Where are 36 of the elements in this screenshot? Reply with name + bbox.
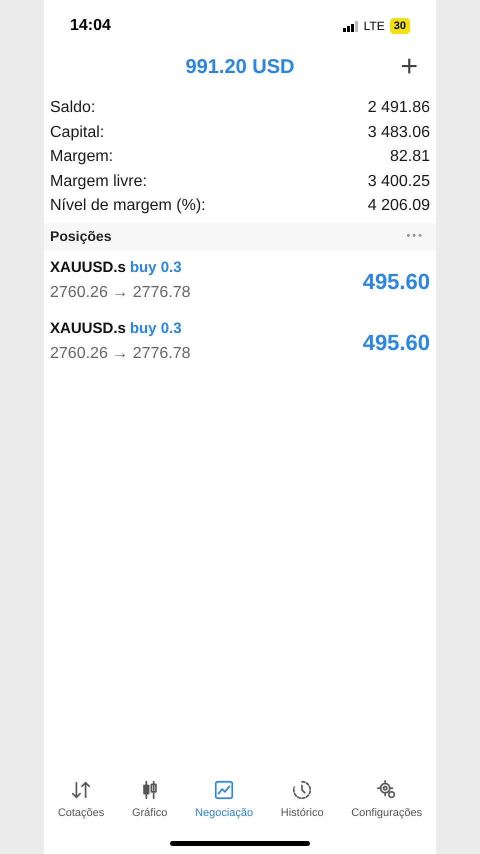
position-row[interactable]: XAUUSD.s buy 0.3 2760.26 → 2776.78 495.60 (44, 250, 436, 312)
add-button[interactable]: + (400, 52, 418, 82)
network-label: LTE (364, 18, 385, 35)
up-down-arrows-icon (70, 779, 92, 801)
position-side: buy 0.3 (130, 318, 182, 339)
summary-label: Nível de margem (%): (50, 196, 206, 216)
position-symbol: XAUUSD.s (50, 258, 126, 278)
position-symbol: XAUUSD.s (50, 318, 126, 339)
summary-value: 2 491.86 (368, 98, 430, 118)
tab-button[interactable]: Configurações (351, 779, 422, 822)
battery-level: 30 (390, 18, 410, 34)
summary-value: 3 483.06 (368, 122, 430, 143)
balance-title: 991.20 USD (186, 55, 294, 80)
summary-value: 3 400.25 (368, 172, 430, 192)
clock-icon (291, 779, 314, 801)
position-prices: 2760.26 → 2776.78 (50, 283, 191, 304)
tab-button[interactable]: Negociação (195, 779, 254, 822)
summary-value: 4 206.09 (368, 196, 430, 216)
tab-button[interactable]: Histórico (280, 779, 324, 822)
summary-label: Capital: (50, 122, 104, 143)
position-profit: 495.60 (362, 268, 430, 296)
tab-button[interactable]: Cotações (58, 779, 104, 822)
status-time: 14:04 (70, 16, 111, 36)
gears-icon (376, 779, 398, 801)
summary-label: Margem: (50, 147, 114, 168)
summary-value: 82.81 (390, 147, 430, 168)
position-side: buy 0.3 (130, 258, 182, 278)
summary-label: Saldo: (50, 98, 96, 118)
line-chart-icon (213, 779, 236, 801)
position-prices: 2760.26 → 2776.78 (50, 344, 191, 364)
position-row[interactable]: XAUUSD.s buy 0.3 2760.26 → 2776.78 495.60 (44, 312, 436, 372)
tab-button[interactable]: Gráfico (132, 779, 168, 822)
section-title: Posições (50, 227, 112, 246)
signal-icon (342, 20, 359, 32)
position-profit: 495.60 (362, 328, 430, 356)
summary-label: Margem livre: (50, 172, 147, 192)
